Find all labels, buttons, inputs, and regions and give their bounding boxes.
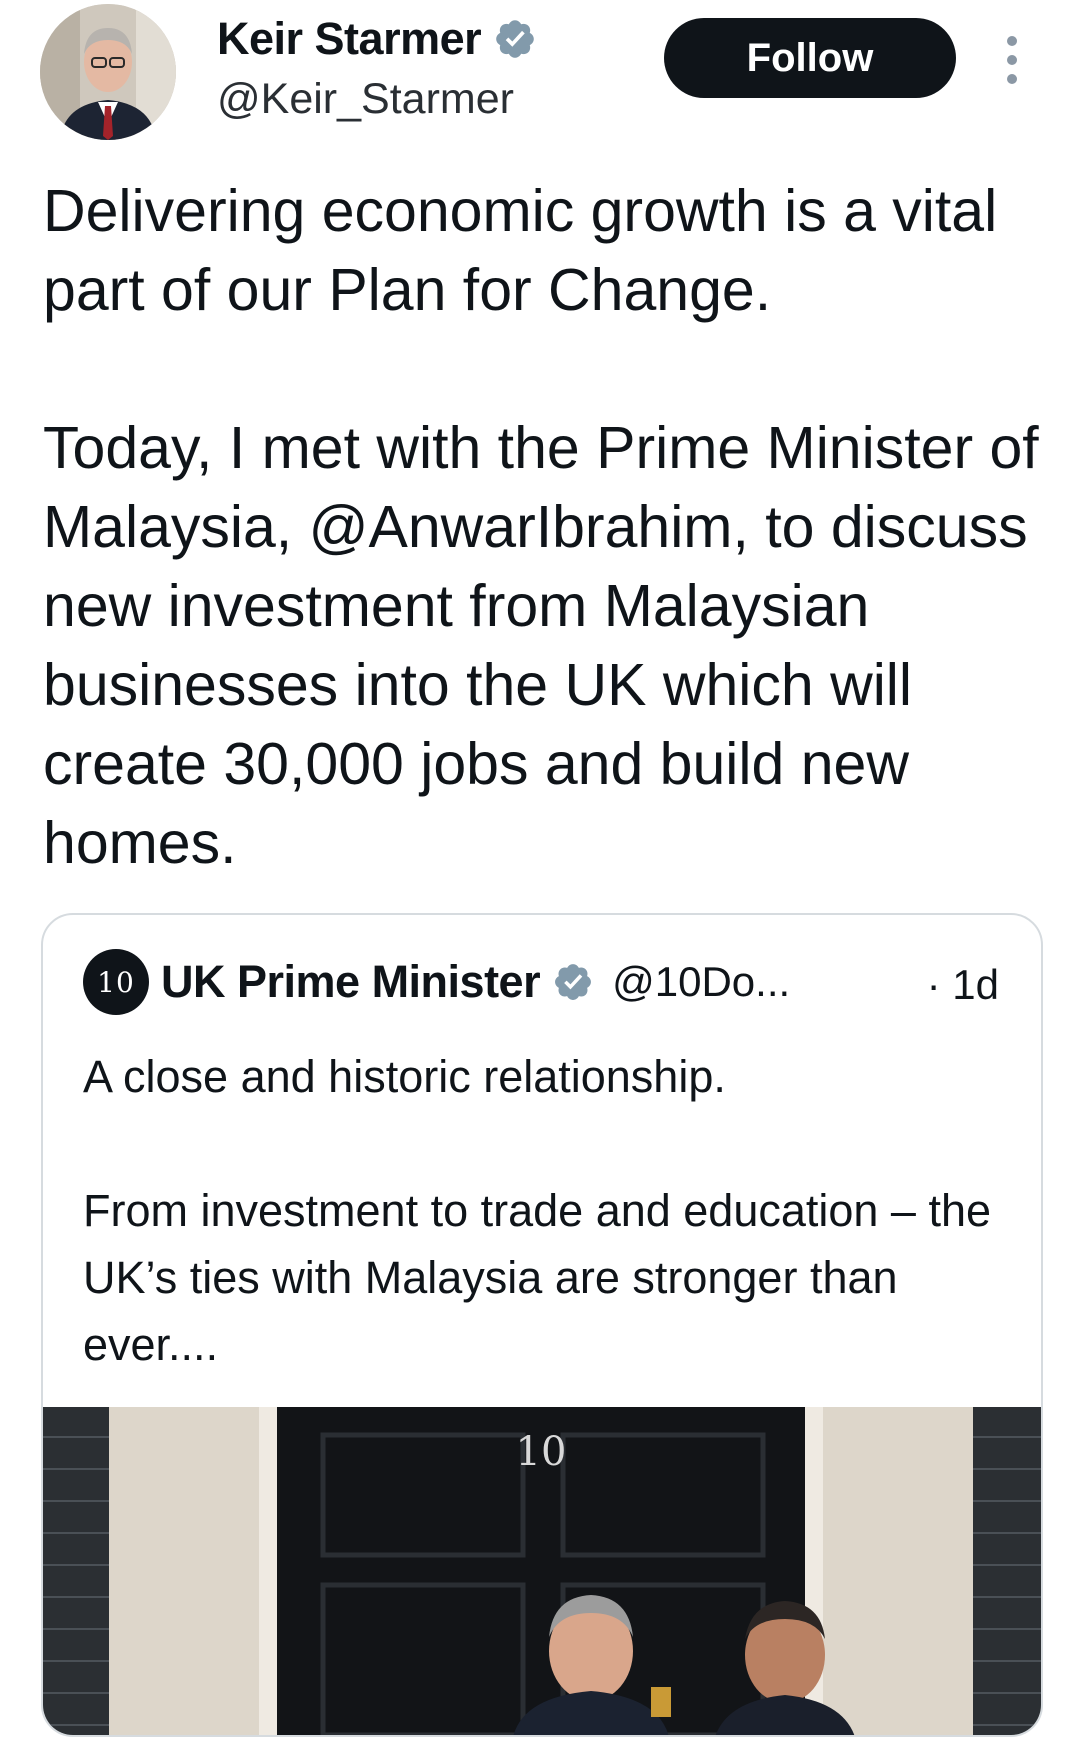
quoted-paragraph: From investment to trade and education –… [83,1185,992,1370]
quoted-author-avatar[interactable]: 10 [83,949,149,1015]
quoted-tweet-header: 10 UK Prime Minister @10Do... [83,949,790,1015]
tweet-text: Delivering economic growth is a vital pa… [43,172,1053,883]
author-avatar[interactable] [40,4,176,140]
tweet-paragraph: Today, I met with the Prime Minister of … [43,415,1039,876]
quoted-author-name[interactable]: UK Prime Minister [161,956,541,1008]
quoted-tweet-text: A close and historic relationship. From … [83,1043,1003,1378]
verified-badge-icon [552,961,594,1003]
more-vertical-icon[interactable] [1000,36,1024,84]
quoted-tweet-photo[interactable]: 10 [43,1407,1041,1735]
verified-badge-icon[interactable] [493,17,537,61]
follow-button[interactable]: Follow [664,18,956,98]
author-handle[interactable]: @Keir_Starmer [217,74,514,124]
tweet-paragraph: Delivering economic growth is a vital pa… [43,178,998,323]
quoted-tweet-time[interactable]: · 1d [927,961,999,1009]
paragraph-break [83,1110,1003,1177]
quoted-paragraph: A close and historic relationship. [83,1051,726,1102]
quoted-tweet-card[interactable]: 10 UK Prime Minister @10Do... · 1d A clo… [41,913,1043,1737]
paragraph-break [43,330,1053,409]
door-number: 10 [516,1429,567,1475]
quoted-author-handle[interactable]: @10Do... [612,958,790,1006]
author-display-name[interactable]: Keir Starmer [217,14,482,64]
